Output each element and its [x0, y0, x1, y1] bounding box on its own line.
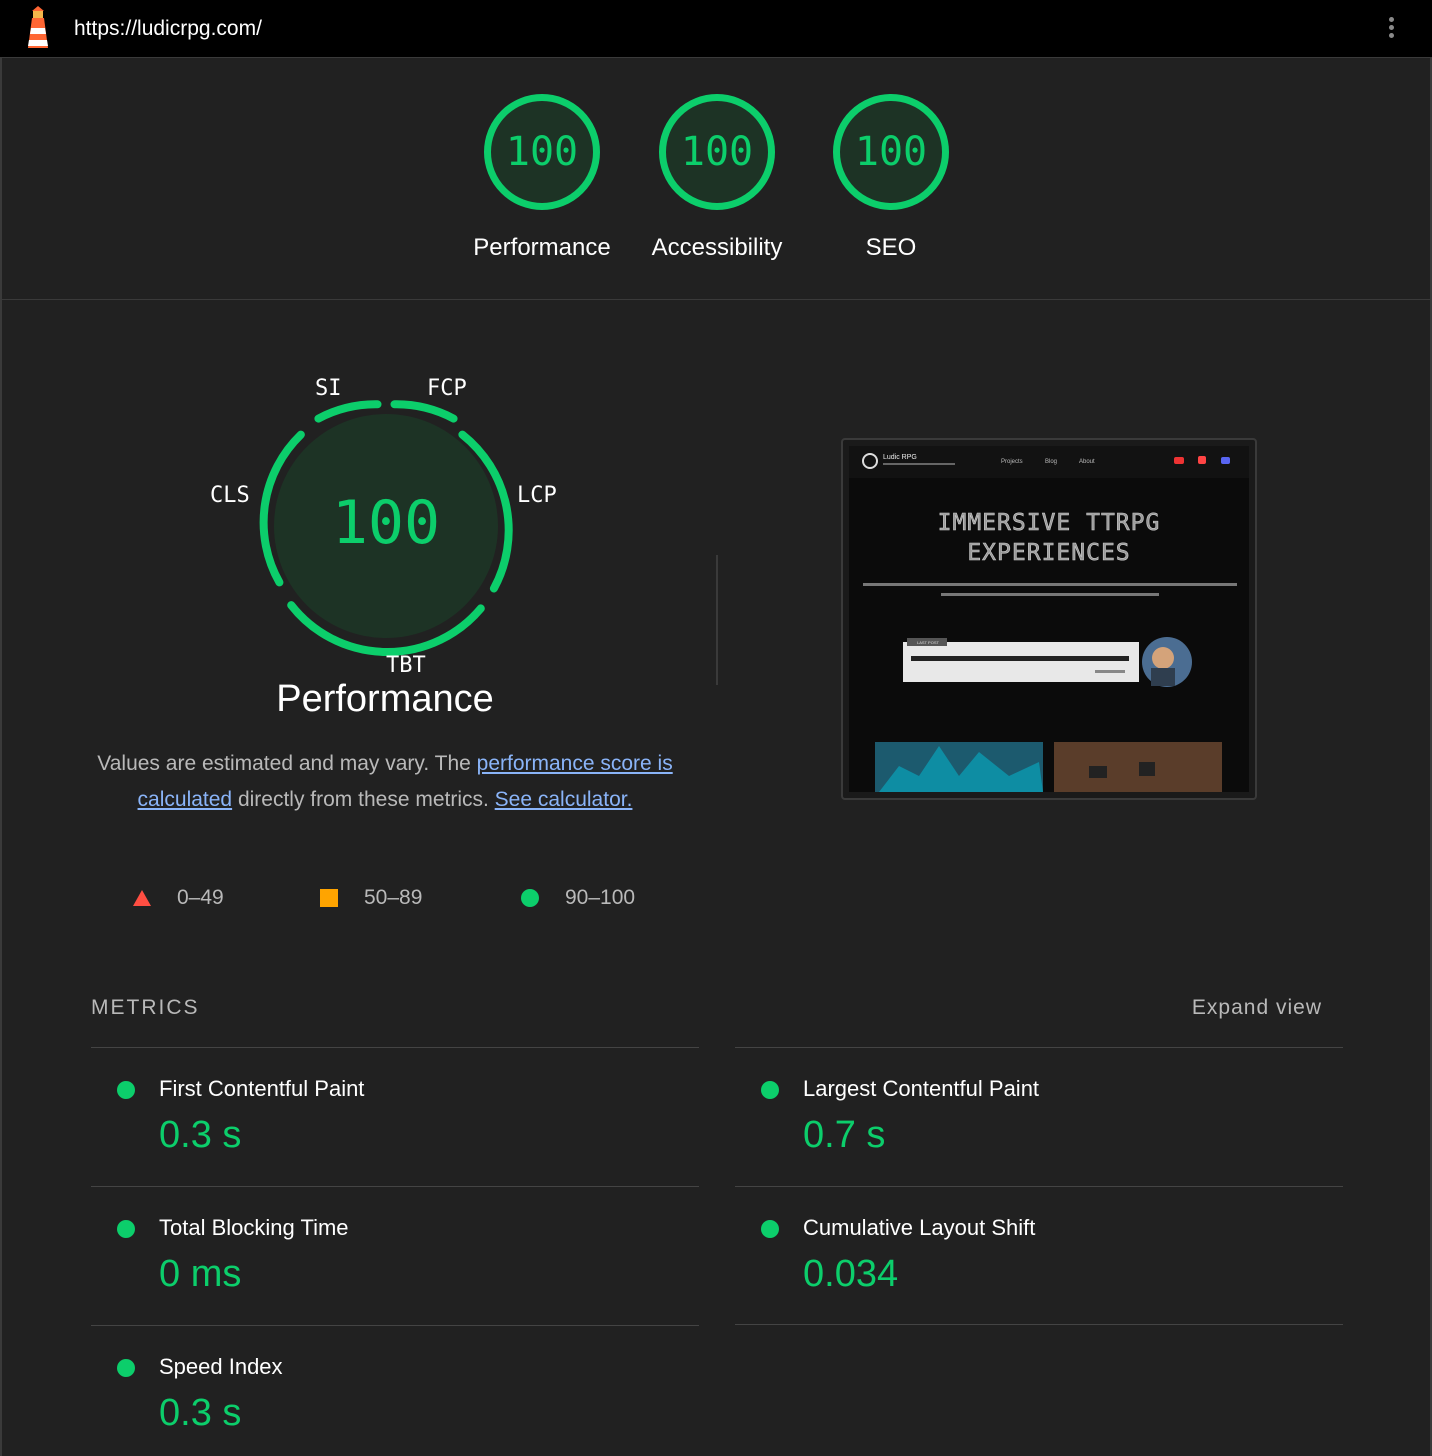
- gauge-seo[interactable]: 100 SEO: [806, 94, 976, 262]
- fail-triangle-icon: [133, 890, 151, 906]
- screenshot-nav-3: About: [1079, 459, 1095, 465]
- pass-circle-icon: [761, 1081, 779, 1099]
- performance-note: Values are estimated and may vary. The p…: [97, 752, 673, 811]
- pass-circle-icon: [521, 889, 539, 907]
- legend-pass: 90–100: [521, 886, 635, 910]
- metric-cls: Cumulative Layout Shift 0.034: [735, 1186, 1343, 1325]
- screenshot-site-name: Ludic RPG: [883, 454, 917, 461]
- legend-fail: 0–49: [133, 886, 224, 910]
- gauge-label-tbt: TBT: [386, 653, 426, 678]
- gauge-label: Accessibility: [651, 234, 783, 261]
- metric-tbt: Total Blocking Time 0 ms: [91, 1186, 699, 1325]
- screenshot-headline-2: EXPERIENCES: [967, 540, 1130, 566]
- performance-score: 100: [332, 488, 440, 558]
- gauge-accessibility[interactable]: 100 Accessibility: [632, 94, 802, 262]
- performance-gauge: 100: [259, 400, 513, 656]
- screenshot-tag-label: LAST POST: [917, 640, 939, 645]
- performance-title: Performance: [276, 678, 494, 720]
- section-divider: [2, 299, 1430, 300]
- gauge-score: 100: [680, 129, 754, 175]
- report-url: https://ludicrpg.com/: [74, 17, 262, 40]
- metric-name: Cumulative Layout Shift: [803, 1215, 1036, 1240]
- pass-circle-icon: [761, 1220, 779, 1238]
- see-calculator-link[interactable]: See calculator.: [495, 788, 633, 811]
- metric-name: Speed Index: [159, 1354, 283, 1379]
- screenshot-headline-1: IMMERSIVE TTRPG: [938, 510, 1161, 536]
- pass-circle-icon: [117, 1359, 135, 1377]
- pass-circle-icon: [117, 1220, 135, 1238]
- metric-value: 0 ms: [159, 1253, 242, 1295]
- metric-si: Speed Index 0.3 s: [91, 1325, 699, 1456]
- metrics-divider: [735, 1324, 1343, 1325]
- metric-value: 0.7 s: [803, 1114, 886, 1156]
- metric-value: 0.034: [803, 1253, 899, 1295]
- metrics-heading: METRICS: [91, 996, 200, 1019]
- metric-name: First Contentful Paint: [159, 1076, 365, 1101]
- screenshot-nav-2: Blog: [1045, 459, 1057, 465]
- screenshot-image: Ludic RPG Projects Blog About IMMERSIVE …: [849, 446, 1249, 792]
- gauge-label-si: SI: [315, 376, 342, 401]
- average-square-icon: [320, 889, 338, 907]
- gauge-label-lcp: LCP: [517, 483, 557, 508]
- more-options-icon[interactable]: [1380, 14, 1402, 44]
- expand-view-toggle[interactable]: Expand view: [1192, 996, 1322, 1020]
- report-topbar: https://ludicrpg.com/: [0, 0, 1432, 58]
- metric-fcp: First Contentful Paint 0.3 s: [91, 1047, 699, 1186]
- metric-value: 0.3 s: [159, 1114, 242, 1156]
- metric-value: 0.3 s: [159, 1392, 242, 1434]
- metric-name: Largest Contentful Paint: [803, 1076, 1040, 1101]
- lighthouse-logo-icon: [28, 6, 48, 48]
- gauge-label-cls: CLS: [210, 483, 250, 508]
- gauge-performance[interactable]: 100 Performance: [457, 94, 627, 262]
- screenshot-nav-1: Projects: [1001, 459, 1023, 465]
- gauge-label: SEO: [865, 234, 917, 261]
- gauge-score: 100: [854, 129, 928, 175]
- metric-name: Total Blocking Time: [159, 1215, 349, 1240]
- legend-average: 50–89: [320, 886, 422, 910]
- gauge-label-fcp: FCP: [427, 376, 467, 401]
- pass-circle-icon: [117, 1081, 135, 1099]
- vertical-divider: [716, 555, 718, 685]
- gauge-label: Performance: [473, 234, 611, 261]
- gauge-score: 100: [505, 129, 579, 175]
- metric-lcp: Largest Contentful Paint 0.7 s: [735, 1047, 1343, 1186]
- final-screenshot[interactable]: Ludic RPG Projects Blog About IMMERSIVE …: [841, 438, 1257, 800]
